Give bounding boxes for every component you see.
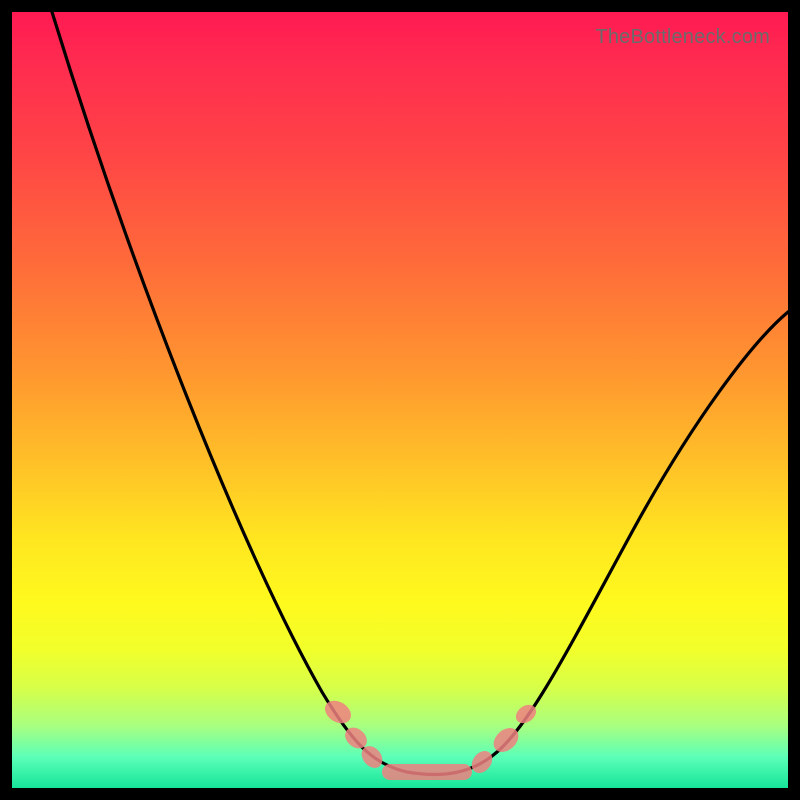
plot-area: TheBottleneck.com	[12, 12, 788, 788]
curve-layer	[12, 12, 788, 788]
highlight-band	[321, 696, 540, 780]
bottleneck-curve	[52, 12, 788, 775]
outer-frame: TheBottleneck.com	[0, 0, 800, 800]
attribution-text: TheBottleneck.com	[595, 26, 770, 49]
